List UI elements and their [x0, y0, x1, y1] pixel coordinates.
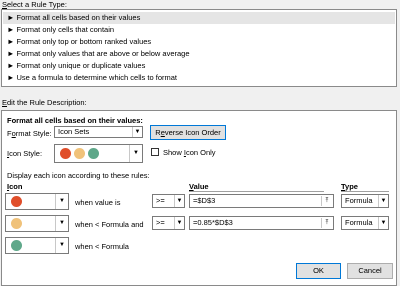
collapse-dialog-icon[interactable]: ⤒ [321, 218, 332, 228]
type-select-2[interactable]: Formula ▼ [341, 216, 389, 230]
format-style-value: Icon Sets [58, 127, 90, 136]
rule-type-list[interactable]: ► Format all cells based on their values… [1, 9, 397, 87]
value-text: =$D$3 [193, 196, 216, 205]
operator-value: >= [156, 196, 165, 205]
icon-select-3[interactable]: ▼ [5, 237, 69, 254]
rule-type-item[interactable]: ► Format only values that are above or b… [3, 48, 395, 60]
cancel-button[interactable]: Cancel [347, 263, 393, 279]
rule-type-item[interactable]: ► Format only cells that contain [3, 24, 395, 36]
condition-text-3: when < Formula [75, 242, 129, 251]
green-circle-icon [11, 240, 22, 251]
type-column-header: Type [341, 182, 358, 191]
chevron-down-icon: ▼ [55, 194, 68, 209]
value-text: =0.85*$D$3 [193, 218, 233, 227]
rule-type-item[interactable]: ► Format all cells based on their values [3, 12, 395, 24]
select-rule-type-label: Select a Rule Type: [2, 0, 67, 9]
format-style-select[interactable]: Icon Sets ▼ [54, 126, 143, 138]
type-header-line [341, 191, 389, 192]
show-icon-only-label: Show Icon Only [163, 148, 216, 157]
value-header-line [189, 191, 324, 192]
value-input-2[interactable]: =0.85*$D$3 ⤒ [189, 216, 334, 230]
chevron-down-icon: ▼ [378, 195, 388, 207]
chevron-down-icon: ▼ [129, 145, 142, 162]
display-rules-text: Display each icon according to these rul… [7, 171, 150, 180]
condition-text-2: when < Formula and [75, 220, 144, 229]
operator-select-1[interactable]: >= ▼ [152, 194, 185, 208]
type-value: Formula [345, 196, 373, 205]
ok-button[interactable]: OK [296, 263, 341, 279]
collapse-dialog-icon[interactable]: ⤒ [321, 196, 332, 206]
format-style-label: Format Style: [7, 129, 52, 138]
red-circle-icon [11, 196, 22, 207]
yellow-circle-icon [74, 148, 85, 159]
show-icon-only-checkbox[interactable] [151, 148, 159, 156]
operator-select-2[interactable]: >= ▼ [152, 216, 185, 230]
section-title: Format all cells based on their values: [7, 116, 143, 125]
rule-type-item[interactable]: ► Format only top or bottom ranked value… [3, 36, 395, 48]
chevron-down-icon: ▼ [378, 217, 388, 229]
chevron-down-icon: ▼ [174, 217, 184, 229]
reverse-icon-order-button[interactable]: Reverse Icon Order [150, 125, 226, 140]
icon-style-label: Icon Style: [7, 149, 43, 158]
icon-style-picker[interactable]: ▼ [54, 144, 143, 163]
green-circle-icon [88, 148, 99, 159]
condition-text-1: when value is [75, 198, 121, 207]
red-circle-icon [60, 148, 71, 159]
rule-type-item[interactable]: ► Use a formula to determine which cells… [3, 72, 395, 84]
edit-rule-description-label: Edit the Rule Description: [2, 98, 87, 107]
icon-column-header: Icon [7, 182, 23, 191]
chevron-down-icon: ▼ [55, 238, 68, 253]
type-value: Formula [345, 218, 373, 227]
rule-type-item[interactable]: ► Format only unique or duplicate values [3, 60, 395, 72]
icon-select-2[interactable]: ▼ [5, 215, 69, 232]
chevron-down-icon: ▼ [174, 195, 184, 207]
rule-description-panel: Format all cells based on their values: … [1, 110, 397, 286]
yellow-circle-icon [11, 218, 22, 229]
chevron-down-icon: ▼ [132, 127, 142, 137]
chevron-down-icon: ▼ [55, 216, 68, 231]
value-input-1[interactable]: =$D$3 ⤒ [189, 194, 334, 208]
icon-select-1[interactable]: ▼ [5, 193, 69, 210]
type-select-1[interactable]: Formula ▼ [341, 194, 389, 208]
value-column-header: Value [189, 182, 209, 191]
operator-value: >= [156, 218, 165, 227]
